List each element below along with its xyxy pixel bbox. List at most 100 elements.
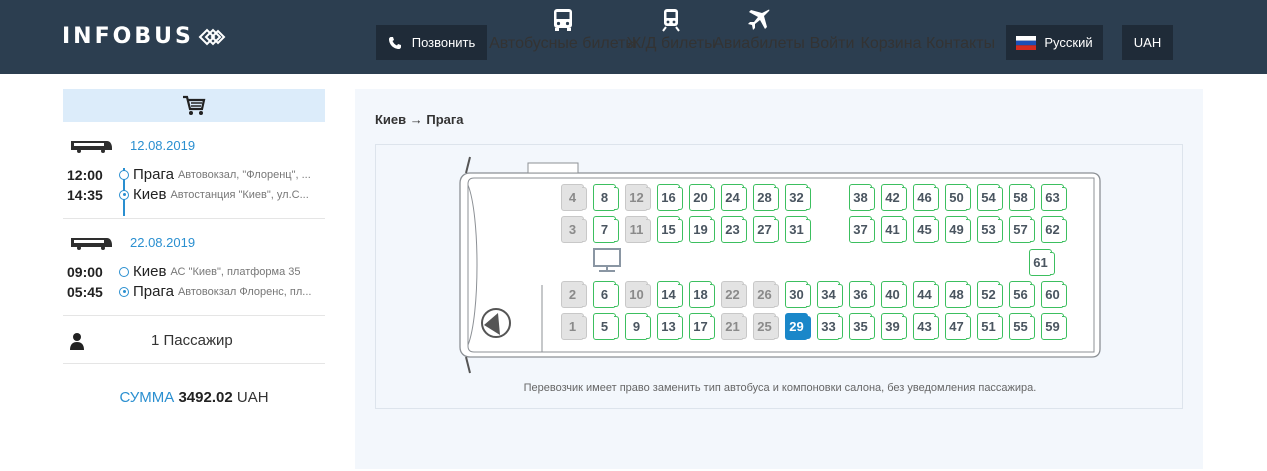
nav-bus-tickets[interactable]: Автобусные билеты	[489, 0, 637, 74]
seat-16[interactable]: 16	[657, 184, 683, 211]
seat-56[interactable]: 56	[1009, 281, 1035, 308]
seat-8[interactable]: 8	[593, 184, 619, 211]
nav-cart-label: Корзина	[860, 35, 922, 52]
seat-63[interactable]: 63	[1041, 184, 1067, 211]
seat-40[interactable]: 40	[881, 281, 907, 308]
seat-42[interactable]: 42	[881, 184, 907, 211]
language-selector[interactable]: Русский	[1006, 25, 1103, 60]
arrival-time: 05:45	[67, 283, 103, 300]
nav-bus-label: Автобусные билеты	[489, 35, 637, 52]
seat-29[interactable]: 29	[785, 313, 811, 340]
seat-48[interactable]: 48	[945, 281, 971, 308]
trip-departure: 12:00 Прага Автовокзал, "Флоренц", ...	[67, 166, 325, 183]
seat-15[interactable]: 15	[657, 216, 683, 243]
seat-14[interactable]: 14	[657, 281, 683, 308]
sum-label: СУММА	[119, 389, 175, 406]
seat-4: 4	[561, 184, 587, 211]
departure-city: Прага	[133, 166, 174, 183]
seat-53[interactable]: 53	[977, 216, 1003, 243]
seat-24[interactable]: 24	[721, 184, 747, 211]
seat-28[interactable]: 28	[753, 184, 779, 211]
seat-54[interactable]: 54	[977, 184, 1003, 211]
seat-45[interactable]: 45	[913, 216, 939, 243]
order-sidebar: 12.08.2019 12:00 Прага Автовокзал, "Флор…	[63, 89, 325, 469]
seat-18[interactable]: 18	[689, 281, 715, 308]
seat-36[interactable]: 36	[849, 281, 875, 308]
train-icon	[662, 9, 680, 32]
seat-59[interactable]: 59	[1041, 313, 1067, 340]
seat-33[interactable]: 33	[817, 313, 843, 340]
seat-34[interactable]: 34	[817, 281, 843, 308]
seat-3: 3	[561, 216, 587, 243]
currency-label: UAH	[1133, 35, 1162, 50]
currency-selector[interactable]: UAH	[1122, 25, 1173, 60]
seat-55[interactable]: 55	[1009, 313, 1035, 340]
trip-date: 22.08.2019	[130, 235, 196, 250]
seat-26: 26	[753, 281, 779, 308]
nav-contacts-label: Контакты	[925, 35, 996, 52]
seat-49[interactable]: 49	[945, 216, 971, 243]
departure-city: Киев	[133, 263, 167, 280]
nav-contacts[interactable]: Контакты	[926, 0, 995, 74]
nav-cart[interactable]: Корзина	[861, 0, 922, 74]
seat-20[interactable]: 20	[689, 184, 715, 211]
logo-text: INFOBUS	[62, 24, 194, 49]
nav-air-label: Авиабилеты	[713, 35, 805, 52]
seat-60[interactable]: 60	[1041, 281, 1067, 308]
seat-6[interactable]: 6	[593, 281, 619, 308]
passengers-row: 1 Пассажир	[63, 316, 325, 364]
nav-login[interactable]: Войти	[810, 0, 855, 74]
seat-37[interactable]: 37	[849, 216, 875, 243]
seat-57[interactable]: 57	[1009, 216, 1035, 243]
call-label: Позвонить	[411, 35, 476, 50]
seat-41[interactable]: 41	[881, 216, 907, 243]
seat-23[interactable]: 23	[721, 216, 747, 243]
seat-50[interactable]: 50	[945, 184, 971, 211]
seat-9[interactable]: 9	[625, 313, 651, 340]
trip-arrival: 14:35 Киев Автостанция "Киев", ул.С...	[67, 186, 325, 203]
arrival-dot	[119, 189, 129, 200]
seat-selection-panel: Киев → Прага 4 8 12 16 20 24 28 32 38 42 46 50 54 58 6…	[355, 89, 1203, 469]
nav-air-tickets[interactable]: Авиабилеты	[713, 0, 805, 74]
seat-32[interactable]: 32	[785, 184, 811, 211]
seat-13[interactable]: 13	[657, 313, 683, 340]
seat-31[interactable]: 31	[785, 216, 811, 243]
nav-train-tickets[interactable]: Ж/Д билеты	[626, 0, 716, 74]
seat-5[interactable]: 5	[593, 313, 619, 340]
seat-58[interactable]: 58	[1009, 184, 1035, 211]
seat-39[interactable]: 39	[881, 313, 907, 340]
seat-19[interactable]: 19	[689, 216, 715, 243]
cart-icon	[183, 95, 206, 115]
seat-22: 22	[721, 281, 747, 308]
russia-flag-icon	[1016, 35, 1037, 50]
seat-43[interactable]: 43	[913, 313, 939, 340]
seat-35[interactable]: 35	[849, 313, 875, 340]
seat-46[interactable]: 46	[913, 184, 939, 211]
infobus-logo[interactable]: INFOBUS	[62, 24, 226, 49]
seat-38[interactable]: 38	[849, 184, 875, 211]
top-navbar: INFOBUS Позвонить Автобусные билеты Ж/Д …	[0, 0, 1267, 74]
seat-47[interactable]: 47	[945, 313, 971, 340]
plane-icon	[748, 9, 770, 30]
trip-outbound: 12.08.2019 12:00 Прага Автовокзал, "Флор…	[63, 122, 325, 219]
arrival-station: Автовокзал Флоренс, пл...	[177, 285, 312, 298]
call-button[interactable]: Позвонить	[376, 25, 487, 60]
bus-side-icon	[71, 238, 112, 250]
seat-61[interactable]: 61	[1029, 249, 1055, 276]
departure-station: АС "Киев", платформа 35	[170, 265, 301, 278]
seat-51[interactable]: 51	[977, 313, 1003, 340]
seat-1: 1	[561, 313, 587, 340]
seat-10: 10	[625, 281, 651, 308]
departure-time: 12:00	[67, 166, 103, 183]
cart-header	[63, 89, 325, 122]
seat-44[interactable]: 44	[913, 281, 939, 308]
seat-17[interactable]: 17	[689, 313, 715, 340]
arrival-city: Прага	[133, 283, 174, 300]
seat-52[interactable]: 52	[977, 281, 1003, 308]
language-label: Русский	[1044, 35, 1093, 50]
seat-7[interactable]: 7	[593, 216, 619, 243]
seat-27[interactable]: 27	[753, 216, 779, 243]
route-title: Киев → Прага	[375, 112, 464, 127]
seat-62[interactable]: 62	[1041, 216, 1067, 243]
seat-30[interactable]: 30	[785, 281, 811, 308]
